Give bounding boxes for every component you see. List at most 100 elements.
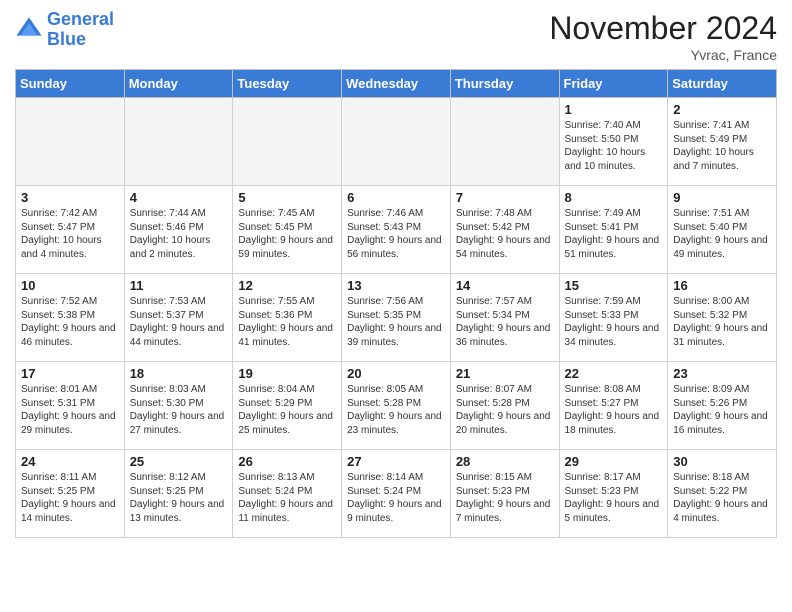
day-detail: Sunrise: 7:56 AM Sunset: 5:35 PM Dayligh… [347,295,445,349]
day-number: 12 [238,278,336,293]
calendar-cell: 16 Sunrise: 8:00 AM Sunset: 5:32 PM Dayli… [668,274,777,362]
calendar-cell: 27 Sunrise: 8:14 AM Sunset: 5:24 PM Dayli… [342,450,451,538]
day-detail: Sunrise: 8:05 AM Sunset: 5:28 PM Dayligh… [347,383,445,437]
calendar-cell: 28Sunrise: 8:15 AM Sunset: 5:23 PM Dayli… [450,450,559,538]
logo-icon [15,16,43,44]
day-detail: Sunrise: 8:18 AM Sunset: 5:22 PM Dayligh… [673,471,771,525]
calendar-cell: 15 Sunrise: 7:59 AM Sunset: 5:33 PM Dayli… [559,274,668,362]
day-number: 5 [238,190,336,205]
calendar-cell: 1Sunrise: 7:40 AM Sunset: 5:50 PM Daylig… [559,98,668,186]
day-number: 27 [347,454,445,469]
calendar-cell: 30Sunrise: 8:18 AM Sunset: 5:22 PM Dayli… [668,450,777,538]
calendar-cell: 4 Sunrise: 7:44 AM Sunset: 5:46 PM Daylig… [124,186,233,274]
day-detail: Sunrise: 7:59 AM Sunset: 5:33 PM Dayligh… [565,295,663,349]
calendar-cell: 10 Sunrise: 7:52 AM Sunset: 5:38 PM Dayli… [16,274,125,362]
calendar-cell: 9 Sunrise: 7:51 AM Sunset: 5:40 PM Daylig… [668,186,777,274]
calendar-cell: 29Sunrise: 8:17 AM Sunset: 5:23 PM Dayli… [559,450,668,538]
calendar-cell: 5 Sunrise: 7:45 AM Sunset: 5:45 PM Daylig… [233,186,342,274]
day-number: 8 [565,190,663,205]
day-detail: Sunrise: 7:52 AM Sunset: 5:38 PM Dayligh… [21,295,119,349]
calendar-cell [233,98,342,186]
calendar-cell: 26 Sunrise: 8:13 AM Sunset: 5:24 PM Dayli… [233,450,342,538]
calendar-cell: 8 Sunrise: 7:49 AM Sunset: 5:41 PM Daylig… [559,186,668,274]
day-number: 15 [565,278,663,293]
day-number: 18 [130,366,228,381]
calendar-week-row: 10 Sunrise: 7:52 AM Sunset: 5:38 PM Dayli… [16,274,777,362]
weekday-header: Tuesday [233,70,342,98]
calendar-cell: 24 Sunrise: 8:11 AM Sunset: 5:25 PM Dayli… [16,450,125,538]
calendar-week-row: 24 Sunrise: 8:11 AM Sunset: 5:25 PM Dayli… [16,450,777,538]
calendar-cell: 2Sunrise: 7:41 AM Sunset: 5:49 PM Daylig… [668,98,777,186]
day-detail: Sunrise: 7:44 AM Sunset: 5:46 PM Dayligh… [130,207,228,261]
day-number: 9 [673,190,771,205]
day-number: 4 [130,190,228,205]
day-detail: Sunrise: 8:13 AM Sunset: 5:24 PM Dayligh… [238,471,336,525]
logo-text: General Blue [47,10,114,50]
day-number: 20 [347,366,445,381]
weekday-header: Wednesday [342,70,451,98]
location: Yvrac, France [549,47,777,63]
day-number: 14 [456,278,554,293]
day-detail: Sunrise: 8:07 AM Sunset: 5:28 PM Dayligh… [456,383,554,437]
day-detail: Sunrise: 8:00 AM Sunset: 5:32 PM Dayligh… [673,295,771,349]
day-detail: Sunrise: 7:45 AM Sunset: 5:45 PM Dayligh… [238,207,336,261]
calendar-cell [450,98,559,186]
day-number: 22 [565,366,663,381]
calendar-cell: 17Sunrise: 8:01 AM Sunset: 5:31 PM Dayli… [16,362,125,450]
day-detail: Sunrise: 7:51 AM Sunset: 5:40 PM Dayligh… [673,207,771,261]
weekday-header: Saturday [668,70,777,98]
day-detail: Sunrise: 8:11 AM Sunset: 5:25 PM Dayligh… [21,471,119,525]
day-detail: Sunrise: 7:41 AM Sunset: 5:49 PM Dayligh… [673,119,771,173]
calendar-table: SundayMondayTuesdayWednesdayThursdayFrid… [15,69,777,538]
day-number: 21 [456,366,554,381]
weekday-header: Friday [559,70,668,98]
day-number: 28 [456,454,554,469]
day-number: 3 [21,190,119,205]
calendar-cell: 25Sunrise: 8:12 AM Sunset: 5:25 PM Dayli… [124,450,233,538]
day-detail: Sunrise: 7:57 AM Sunset: 5:34 PM Dayligh… [456,295,554,349]
day-detail: Sunrise: 8:14 AM Sunset: 5:24 PM Dayligh… [347,471,445,525]
day-detail: Sunrise: 8:08 AM Sunset: 5:27 PM Dayligh… [565,383,663,437]
weekday-header: Monday [124,70,233,98]
calendar-cell: 13Sunrise: 7:56 AM Sunset: 5:35 PM Dayli… [342,274,451,362]
day-detail: Sunrise: 7:49 AM Sunset: 5:41 PM Dayligh… [565,207,663,261]
calendar-cell: 14 Sunrise: 7:57 AM Sunset: 5:34 PM Dayli… [450,274,559,362]
calendar-cell: 7Sunrise: 7:48 AM Sunset: 5:42 PM Daylig… [450,186,559,274]
day-detail: Sunrise: 7:53 AM Sunset: 5:37 PM Dayligh… [130,295,228,349]
day-number: 23 [673,366,771,381]
day-detail: Sunrise: 7:42 AM Sunset: 5:47 PM Dayligh… [21,207,119,261]
calendar-cell: 6Sunrise: 7:46 AM Sunset: 5:43 PM Daylig… [342,186,451,274]
weekday-header: Thursday [450,70,559,98]
calendar-cell: 22 Sunrise: 8:08 AM Sunset: 5:27 PM Dayli… [559,362,668,450]
calendar-cell: 21 Sunrise: 8:07 AM Sunset: 5:28 PM Dayli… [450,362,559,450]
logo: General Blue [15,10,114,50]
day-number: 19 [238,366,336,381]
calendar-cell: 18 Sunrise: 8:03 AM Sunset: 5:30 PM Dayli… [124,362,233,450]
day-detail: Sunrise: 8:01 AM Sunset: 5:31 PM Dayligh… [21,383,119,437]
page-header: General Blue November 2024 Yvrac, France [15,10,777,63]
calendar-cell: 20 Sunrise: 8:05 AM Sunset: 5:28 PM Dayli… [342,362,451,450]
calendar-cell: 19 Sunrise: 8:04 AM Sunset: 5:29 PM Dayli… [233,362,342,450]
day-detail: Sunrise: 7:46 AM Sunset: 5:43 PM Dayligh… [347,207,445,261]
day-number: 16 [673,278,771,293]
day-number: 11 [130,278,228,293]
calendar-week-row: 3 Sunrise: 7:42 AM Sunset: 5:47 PM Daylig… [16,186,777,274]
month-title: November 2024 [549,10,777,47]
day-detail: Sunrise: 8:17 AM Sunset: 5:23 PM Dayligh… [565,471,663,525]
day-number: 26 [238,454,336,469]
title-area: November 2024 Yvrac, France [549,10,777,63]
day-detail: Sunrise: 7:55 AM Sunset: 5:36 PM Dayligh… [238,295,336,349]
day-detail: Sunrise: 8:03 AM Sunset: 5:30 PM Dayligh… [130,383,228,437]
day-detail: Sunrise: 7:48 AM Sunset: 5:42 PM Dayligh… [456,207,554,261]
calendar-cell [342,98,451,186]
calendar-week-row: 17Sunrise: 8:01 AM Sunset: 5:31 PM Dayli… [16,362,777,450]
weekday-header-row: SundayMondayTuesdayWednesdayThursdayFrid… [16,70,777,98]
day-detail: Sunrise: 8:04 AM Sunset: 5:29 PM Dayligh… [238,383,336,437]
day-detail: Sunrise: 7:40 AM Sunset: 5:50 PM Dayligh… [565,119,663,173]
day-number: 24 [21,454,119,469]
day-number: 10 [21,278,119,293]
calendar-cell [16,98,125,186]
logo-line1: General [47,9,114,29]
calendar-cell: 3 Sunrise: 7:42 AM Sunset: 5:47 PM Daylig… [16,186,125,274]
weekday-header: Sunday [16,70,125,98]
